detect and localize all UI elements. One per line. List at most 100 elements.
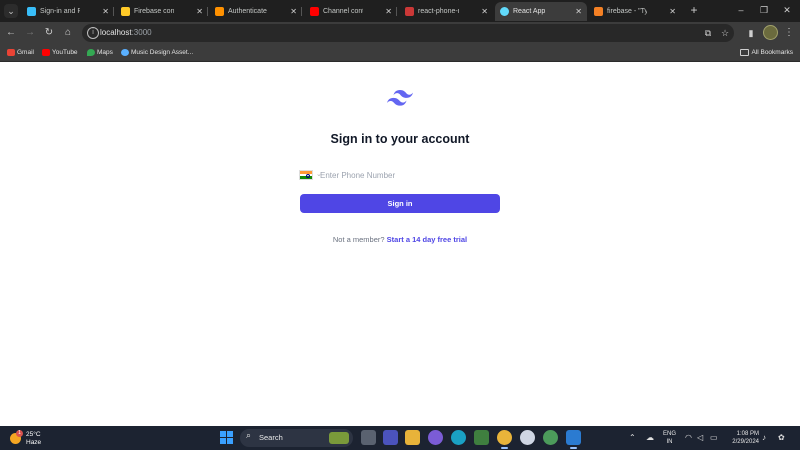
language-indicator[interactable]: ENG IN xyxy=(663,430,676,446)
system-clock[interactable]: 1:08 PM 2/29/2024 xyxy=(725,430,759,446)
chrome-icon[interactable] xyxy=(497,430,512,449)
minimize-icon[interactable]: – xyxy=(734,3,748,17)
react-favicon-icon xyxy=(500,7,509,16)
tab-firebase-typeerror[interactable]: firebase - "TypeError ✕ xyxy=(589,2,681,21)
tailwind-favicon-icon xyxy=(27,7,36,16)
tab-react-app[interactable]: React App ✕ xyxy=(495,2,587,21)
restore-icon[interactable]: ❐ xyxy=(757,3,771,17)
task-view-icon[interactable] xyxy=(361,430,376,445)
all-bookmarks-button[interactable]: All Bookmarks xyxy=(740,44,793,62)
phone-number-input[interactable] xyxy=(320,168,500,183)
new-tab-plus-icon[interactable]: + xyxy=(687,3,701,17)
page-title: Sign in to your account xyxy=(330,132,470,146)
teams-icon[interactable] xyxy=(383,430,398,445)
folder-icon xyxy=(740,49,750,56)
tab-firebase-console[interactable]: Firebase console ✕ xyxy=(116,2,208,21)
bookmark-music-design-asset[interactable]: Music Design Asset... xyxy=(121,44,193,62)
tab-close-icon[interactable]: ✕ xyxy=(575,2,582,21)
tab-close-icon[interactable]: ✕ xyxy=(481,2,488,21)
address-bar[interactable]: i localhost:3000 ⧉ ☆ xyxy=(82,24,734,42)
windows-taskbar: 1 25°C Haze ⌕ Search ⌃ ☁ ENG IN ◠ ◁ ▭ 1:… xyxy=(0,426,800,450)
bookmarks-bar: Gmail YouTube Maps Music Design Asset...… xyxy=(0,44,800,62)
stackoverflow-favicon-icon xyxy=(594,7,603,16)
forward-arrow-icon[interactable]: → xyxy=(22,25,38,41)
wifi-icon[interactable]: ◠ xyxy=(685,430,692,446)
tab-close-icon[interactable]: ✕ xyxy=(385,2,392,21)
bookmark-label: Music Design Asset... xyxy=(131,49,194,56)
chrome-profile-icon[interactable] xyxy=(543,430,558,445)
install-app-icon[interactable]: ⧉ xyxy=(702,27,714,39)
india-flag-icon[interactable] xyxy=(299,170,313,180)
battery-icon[interactable]: ▭ xyxy=(710,430,718,446)
free-trial-link[interactable]: Start a 14 day free trial xyxy=(387,235,467,244)
tab-title: Sign-in and Registrat xyxy=(40,8,80,15)
store-icon[interactable] xyxy=(474,430,489,445)
tab-separator xyxy=(396,7,397,16)
bookmark-gmail[interactable]: Gmail xyxy=(7,44,34,62)
back-arrow-icon[interactable]: ← xyxy=(3,25,19,41)
tab-close-icon[interactable]: ✕ xyxy=(102,2,109,21)
weather-condition: Haze xyxy=(26,439,42,446)
tray-overflow-chevron-icon[interactable]: ⌃ xyxy=(629,430,636,446)
all-bookmarks-label: All Bookmarks xyxy=(751,49,793,56)
bookmark-maps[interactable]: Maps xyxy=(87,44,113,62)
page-content: Sign in to your account ⌄ Sign in Not a … xyxy=(0,63,800,426)
url-port: :3000 xyxy=(131,28,152,37)
firebase-favicon-icon xyxy=(121,7,130,16)
tab-close-icon[interactable]: ✕ xyxy=(669,2,676,21)
notification-bell-icon[interactable]: ♪ xyxy=(762,430,766,446)
tab-channel-content[interactable]: Channel content - Yo ✕ xyxy=(305,2,397,21)
tailwind-logo-icon xyxy=(387,90,413,106)
not-member-text: Not a member? xyxy=(332,235,385,244)
phone-number-field: ⌄ xyxy=(299,168,500,183)
volume-icon[interactable]: ◁ xyxy=(697,430,703,446)
window-close-icon[interactable]: ✕ xyxy=(780,3,794,17)
clock-date: 2/29/2024 xyxy=(732,439,759,445)
taskbar-search-box[interactable]: ⌕ Search xyxy=(240,429,353,447)
edge-icon[interactable] xyxy=(451,430,466,445)
onedrive-cloud-icon[interactable]: ☁ xyxy=(646,430,654,446)
tab-sign-in-registration[interactable]: Sign-in and Registrat ✕ xyxy=(22,2,114,21)
bookmark-label: Gmail xyxy=(17,49,34,56)
windows-start-icon[interactable] xyxy=(220,431,233,444)
tab-separator xyxy=(113,7,114,16)
firebase-favicon-icon xyxy=(215,7,224,16)
tab-close-icon[interactable]: ✕ xyxy=(290,2,297,21)
file-explorer-icon[interactable] xyxy=(405,430,420,445)
region-code: IN xyxy=(666,439,673,445)
profile-avatar[interactable] xyxy=(763,25,778,40)
home-icon[interactable]: ⌂ xyxy=(60,25,76,41)
bookmark-label: YouTube xyxy=(52,49,78,56)
url-host: localhost xyxy=(100,28,132,37)
clock-time: 1:08 PM xyxy=(736,431,759,437)
youtube-favicon-icon xyxy=(310,7,319,16)
search-icon: ⌕ xyxy=(246,430,252,440)
sign-in-button[interactable]: Sign in xyxy=(300,194,500,213)
bookmark-youtube[interactable]: YouTube xyxy=(42,44,78,62)
tab-title: Firebase console xyxy=(134,8,174,15)
gmail-icon xyxy=(7,49,15,56)
tab-title: Authenticate with Fi xyxy=(228,8,268,15)
taskbar-search-label: Search xyxy=(259,433,283,442)
tab-strip: ⌄ Sign-in and Registrat ✕ Firebase conso… xyxy=(0,0,800,22)
site-info-icon[interactable]: i xyxy=(87,27,99,39)
tab-authenticate-firebase[interactable]: Authenticate with Fi ✕ xyxy=(210,2,302,21)
menu-kebab-icon[interactable]: ⋮ xyxy=(784,25,794,41)
tab-search-button[interactable]: ⌄ xyxy=(4,4,18,18)
globe-icon xyxy=(121,49,129,56)
tab-separator xyxy=(301,7,302,16)
search-highlight-image xyxy=(329,432,349,444)
bookmark-star-icon[interactable]: ☆ xyxy=(719,27,731,39)
tab-close-icon[interactable]: ✕ xyxy=(196,2,203,21)
weather-widget[interactable]: 1 25°C Haze xyxy=(10,430,60,447)
side-panel-icon[interactable]: ▮ xyxy=(745,27,757,39)
reload-icon[interactable]: ↻ xyxy=(41,25,57,41)
copilot-icon[interactable]: ✿ xyxy=(778,430,785,446)
app-a-icon[interactable] xyxy=(520,430,535,445)
signup-prompt: Not a member? Start a 14 day free trial xyxy=(0,235,800,244)
media-player-icon[interactable] xyxy=(428,430,443,445)
tab-react-phone-number[interactable]: react-phone-number ✕ xyxy=(400,2,493,21)
vscode-icon[interactable] xyxy=(566,430,581,449)
tab-title: react-phone-number xyxy=(418,8,459,15)
url-text[interactable]: localhost:3000 xyxy=(100,24,152,42)
